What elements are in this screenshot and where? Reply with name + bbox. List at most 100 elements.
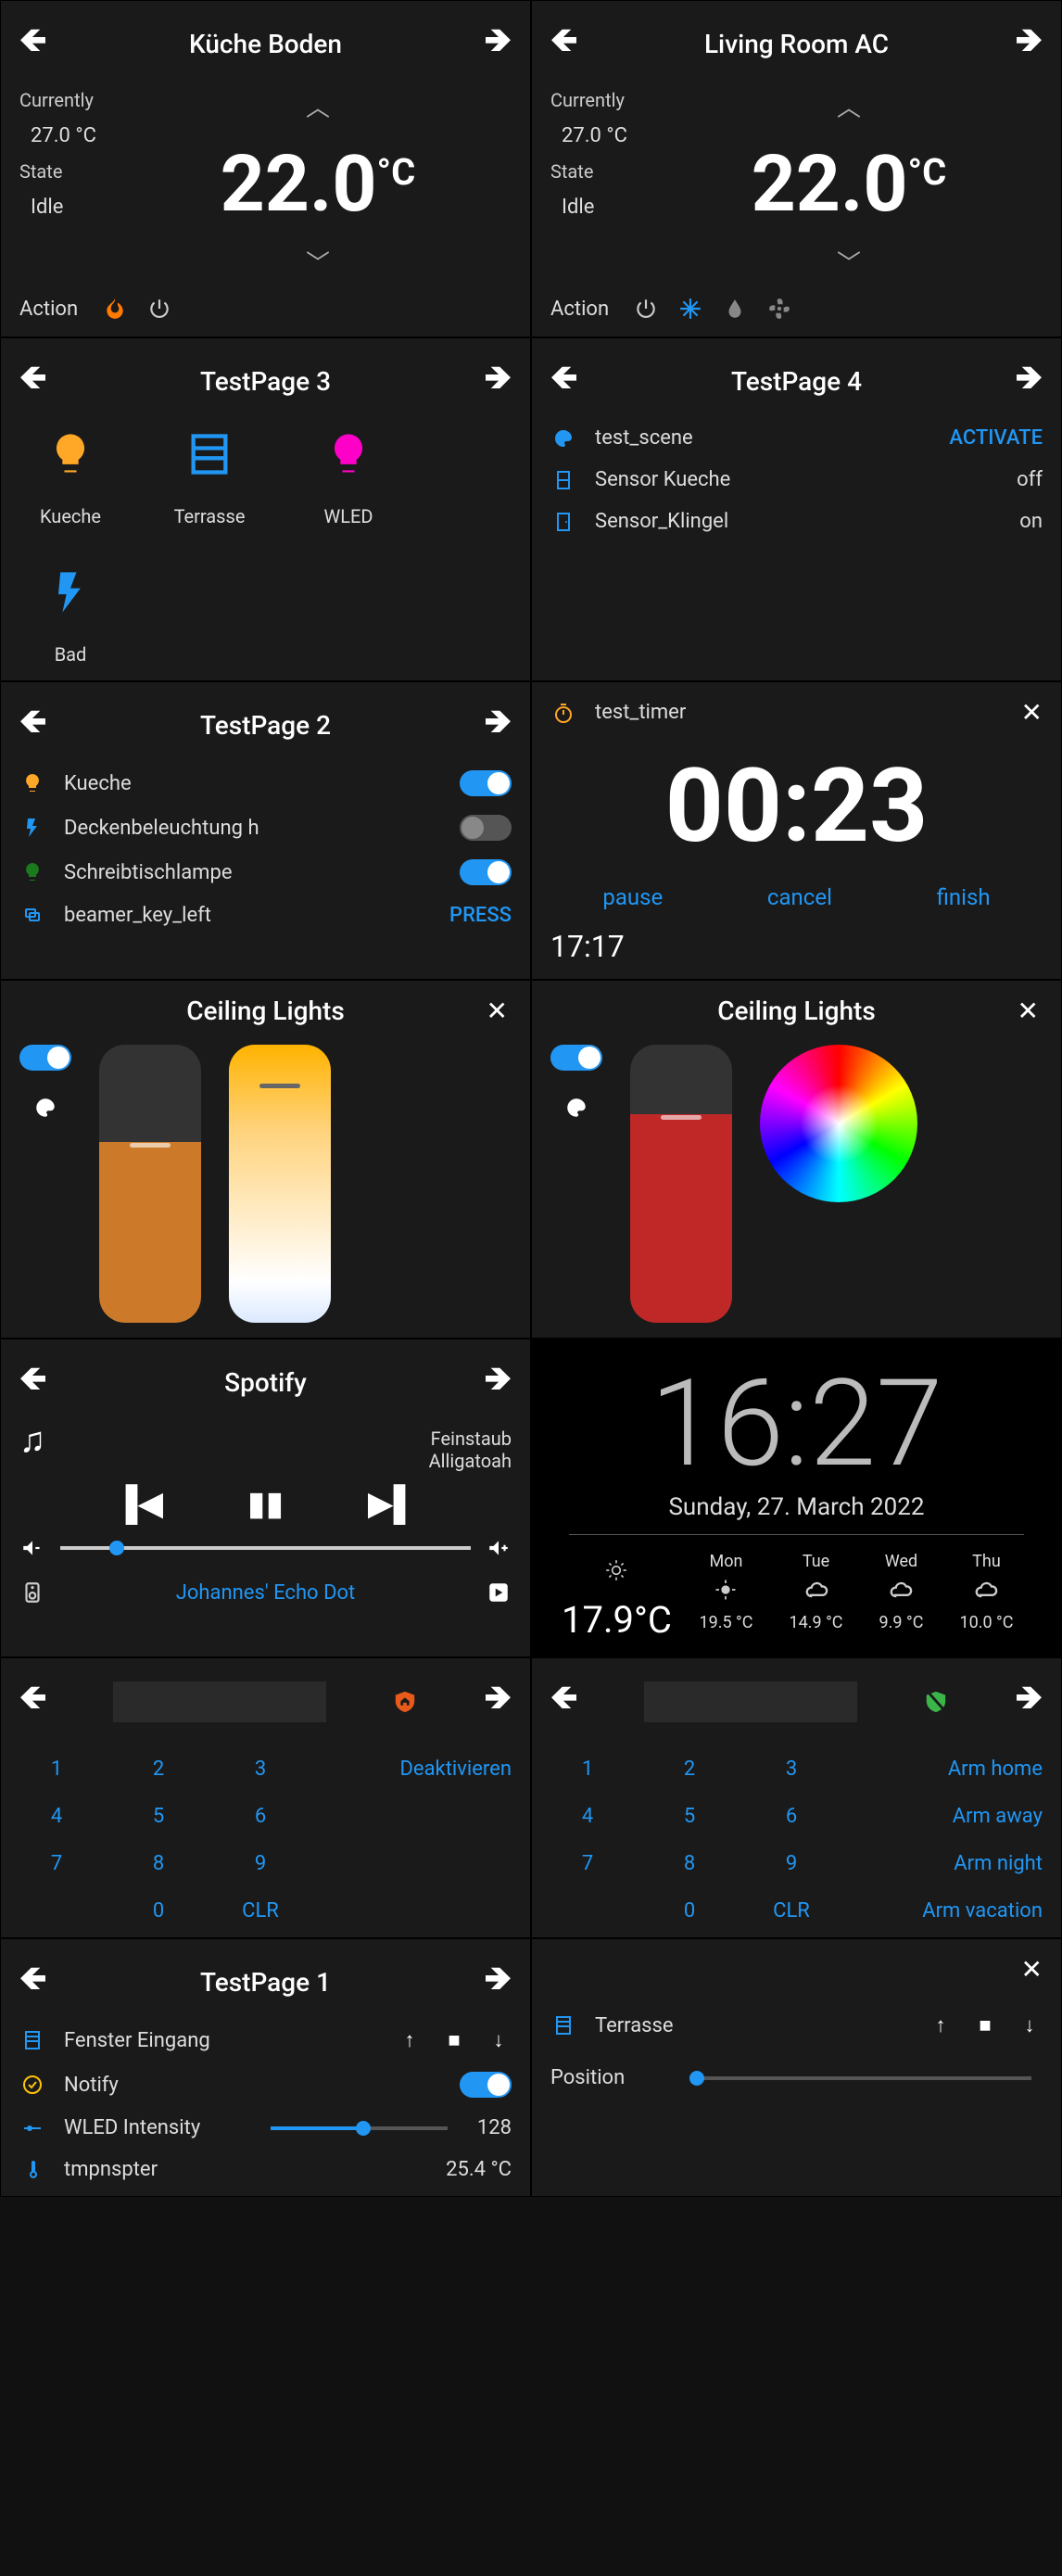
toggle-switch[interactable] xyxy=(460,815,512,841)
keypad-3[interactable]: 3 xyxy=(754,1758,828,1781)
keypad-clear[interactable]: CLR xyxy=(223,1899,297,1922)
prev-icon[interactable]: 🡸 xyxy=(19,1954,46,2011)
keypad-2[interactable]: 2 xyxy=(121,1758,196,1781)
arm-home-button[interactable]: Arm home xyxy=(856,1758,1043,1781)
activate-button[interactable]: ACTIVATE xyxy=(949,426,1043,450)
prev-icon[interactable]: 🡸 xyxy=(550,16,577,72)
fan-icon[interactable] xyxy=(766,296,792,322)
power-icon[interactable] xyxy=(633,296,659,322)
close-icon[interactable]: ✕ xyxy=(1021,1954,1043,1985)
keypad-4[interactable]: 4 xyxy=(550,1805,625,1828)
tile-kueche[interactable]: Kueche xyxy=(19,426,121,527)
prev-icon[interactable]: 🡸 xyxy=(550,1673,577,1730)
toggle-switch[interactable] xyxy=(460,770,512,796)
brightness-slider[interactable] xyxy=(99,1045,201,1323)
prev-icon[interactable]: 🡸 xyxy=(19,16,46,72)
keypad-4[interactable]: 4 xyxy=(19,1805,94,1828)
keypad-7[interactable]: 7 xyxy=(550,1852,625,1875)
keypad-7[interactable]: 7 xyxy=(19,1852,94,1875)
toggle-switch[interactable] xyxy=(460,2072,512,2098)
keypad-6[interactable]: 6 xyxy=(754,1805,828,1828)
color-temp-slider[interactable] xyxy=(229,1045,331,1323)
close-icon[interactable]: ✕ xyxy=(487,996,508,1026)
keypad-9[interactable]: 9 xyxy=(754,1852,828,1875)
intensity-slider[interactable] xyxy=(271,2126,448,2130)
keypad-8[interactable]: 8 xyxy=(121,1852,196,1875)
press-button[interactable]: PRESS xyxy=(449,904,512,927)
tile-bad[interactable]: Bad xyxy=(19,565,121,666)
keypad-2[interactable]: 2 xyxy=(652,1758,727,1781)
cancel-button[interactable]: cancel xyxy=(767,884,832,910)
next-icon[interactable]: 🡺 xyxy=(485,1954,512,2011)
card-title: Living Room AC xyxy=(704,29,889,59)
volume-slider[interactable] xyxy=(60,1546,471,1550)
cover-stop-icon[interactable]: ■ xyxy=(441,2027,467,2053)
position-slider[interactable] xyxy=(691,2076,1031,2080)
disarm-button[interactable]: Deaktivieren xyxy=(325,1758,512,1781)
temp-up-icon[interactable]: ︿ xyxy=(306,89,330,123)
next-icon[interactable]: 🡺 xyxy=(485,697,512,754)
keypad-0[interactable]: 0 xyxy=(652,1899,727,1922)
arm-away-button[interactable]: Arm away xyxy=(856,1805,1043,1828)
keypad-1[interactable]: 1 xyxy=(19,1758,94,1781)
next-icon[interactable]: 🡺 xyxy=(1016,353,1043,410)
cover-stop-icon[interactable]: ■ xyxy=(972,2012,998,2038)
pause-button[interactable]: pause xyxy=(602,884,663,910)
temp-down-icon[interactable]: ﹀ xyxy=(306,245,330,279)
arm-night-button[interactable]: Arm night xyxy=(856,1852,1043,1875)
pause-icon[interactable]: ▮▮ xyxy=(253,1491,279,1516)
prev-icon[interactable]: 🡸 xyxy=(19,353,46,410)
tile-wled[interactable]: WLED xyxy=(297,426,399,527)
next-icon[interactable]: 🡺 xyxy=(1016,16,1043,72)
prev-icon[interactable]: 🡸 xyxy=(19,1673,46,1730)
volume-down-icon[interactable] xyxy=(19,1535,45,1561)
pin-input[interactable] xyxy=(644,1681,857,1722)
cover-up-icon[interactable]: ↑ xyxy=(397,2027,423,2053)
prev-icon[interactable]: 🡸 xyxy=(19,1354,46,1411)
skip-previous-icon[interactable]: ▐◀ xyxy=(126,1491,152,1516)
toggle-switch[interactable] xyxy=(460,859,512,885)
next-icon[interactable]: 🡺 xyxy=(1016,1673,1043,1730)
keypad-5[interactable]: 5 xyxy=(652,1805,727,1828)
keypad-6[interactable]: 6 xyxy=(223,1805,297,1828)
keypad-8[interactable]: 8 xyxy=(652,1852,727,1875)
keypad-0[interactable]: 0 xyxy=(121,1899,196,1922)
light-toggle[interactable] xyxy=(19,1045,71,1071)
cover-up-icon[interactable]: ↑ xyxy=(928,2012,954,2038)
keypad-5[interactable]: 5 xyxy=(121,1805,196,1828)
color-wheel[interactable] xyxy=(760,1045,917,1202)
snowflake-icon[interactable] xyxy=(677,296,703,322)
keypad-1[interactable]: 1 xyxy=(550,1758,625,1781)
close-icon[interactable]: ✕ xyxy=(1018,996,1039,1026)
tile-terrasse[interactable]: Terrasse xyxy=(158,426,260,527)
prev-icon[interactable]: 🡸 xyxy=(550,353,577,410)
flame-icon[interactable] xyxy=(102,296,128,322)
next-icon[interactable]: 🡺 xyxy=(485,16,512,72)
palette-icon[interactable] xyxy=(32,1095,58,1121)
next-icon[interactable]: 🡺 xyxy=(485,1673,512,1730)
keypad-9[interactable]: 9 xyxy=(223,1852,297,1875)
next-icon[interactable]: 🡺 xyxy=(485,353,512,410)
speaker-icon[interactable] xyxy=(19,1580,45,1605)
source-name[interactable]: Johannes' Echo Dot xyxy=(176,1581,356,1605)
light-toggle[interactable] xyxy=(550,1045,602,1071)
pin-input[interactable] xyxy=(113,1681,326,1722)
cover-down-icon[interactable]: ↓ xyxy=(486,2027,512,2053)
power-icon[interactable] xyxy=(146,296,172,322)
arm-vacation-button[interactable]: Arm vacation xyxy=(856,1899,1043,1922)
keypad-3[interactable]: 3 xyxy=(223,1758,297,1781)
cover-down-icon[interactable]: ↓ xyxy=(1017,2012,1043,2038)
temp-down-icon[interactable]: ﹀ xyxy=(837,245,861,279)
temp-up-icon[interactable]: ︿ xyxy=(837,89,861,123)
prev-icon[interactable]: 🡸 xyxy=(19,697,46,754)
keypad-clear[interactable]: CLR xyxy=(754,1899,828,1922)
palette-icon[interactable] xyxy=(563,1095,589,1121)
next-icon[interactable]: 🡺 xyxy=(485,1354,512,1411)
brightness-slider[interactable] xyxy=(630,1045,732,1323)
open-icon[interactable] xyxy=(486,1580,512,1605)
skip-next-icon[interactable]: ▶▌ xyxy=(380,1491,406,1516)
water-drop-icon[interactable] xyxy=(722,296,748,322)
volume-up-icon[interactable] xyxy=(486,1535,512,1561)
finish-button[interactable]: finish xyxy=(937,884,991,910)
close-icon[interactable]: ✕ xyxy=(1021,697,1043,728)
